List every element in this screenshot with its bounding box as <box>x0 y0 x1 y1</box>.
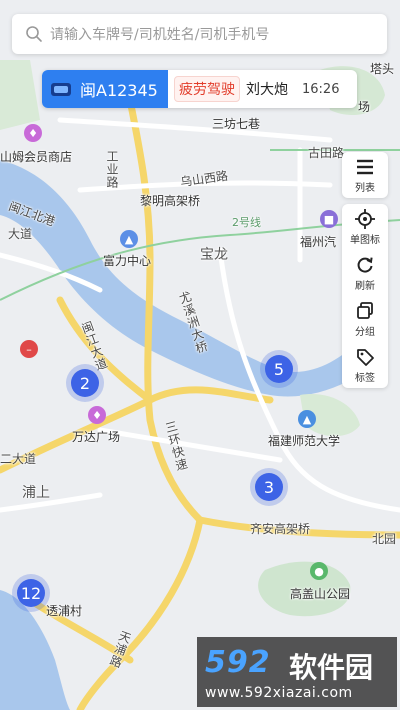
building-poi-icon: ▲ <box>120 230 138 248</box>
refresh-button[interactable]: 刷新 <box>342 250 388 296</box>
cluster-count: 12 <box>17 579 45 607</box>
map-label-wanda: 万达广场 <box>72 430 121 444</box>
refresh-label: 刷新 <box>355 280 375 292</box>
list-icon <box>357 159 373 174</box>
timestamp: 16:26 <box>302 81 340 97</box>
watermark-name: 软件园 <box>289 651 374 684</box>
group-label: 分组 <box>355 326 375 338</box>
cluster-count: 2 <box>71 369 99 397</box>
vehicle-card[interactable]: 闽A12345 疲劳驾驶 刘大炮 16:26 <box>42 70 357 108</box>
status-badge: 疲劳驾驶 <box>174 76 240 102</box>
watermark-logo: 592 <box>205 645 271 680</box>
map-label-liming: 黎明高架桥 <box>140 194 201 208</box>
list-toolbar: 列表 <box>342 152 388 198</box>
vehicle-cluster-marker[interactable]: 3 <box>250 468 288 506</box>
watermark: 592 软件园 www.592xiazai.com <box>197 637 397 707</box>
map-label-member-store: 山姆会员商店 <box>0 150 73 164</box>
park-poi-icon: ● <box>310 562 328 580</box>
school-poi-icon: ▲ <box>298 410 316 428</box>
cluster-count: 3 <box>255 473 283 501</box>
plate-number: 闽A12345 <box>80 81 158 100</box>
single-icon-label: 单图标 <box>350 234 380 246</box>
vehicle-cluster-marker[interactable]: 12 <box>12 574 50 612</box>
shopping-poi-icon: ♦ <box>24 124 42 142</box>
group-button[interactable]: 分组 <box>342 296 388 342</box>
vehicle-cluster-marker[interactable]: 2 <box>66 364 104 402</box>
vehicle-cluster-marker[interactable]: 5 <box>260 350 298 388</box>
truck-icon <box>51 83 71 96</box>
map-label-normal-univ: 福建师范大学 <box>268 434 341 448</box>
search-icon <box>26 26 42 42</box>
map-label-gongye: 工业路 <box>105 150 119 189</box>
crosshair-icon <box>355 208 375 229</box>
map-label-qian: 齐安高架桥 <box>250 522 311 536</box>
map-tools-toolbar: 单图标 刷新 分组 标签 <box>342 204 388 388</box>
map-label-dadao: 大道 <box>8 227 33 241</box>
tag-button[interactable]: 标签 <box>342 342 388 388</box>
cluster-count: 5 <box>265 355 293 383</box>
map-label-fuli: 富力中心 <box>103 254 152 268</box>
search-bar[interactable]: 请输入车牌号/司机姓名/司机手机号 <box>12 14 387 54</box>
tag-icon <box>357 348 374 366</box>
refresh-icon <box>357 256 373 273</box>
no-entry-icon: – <box>20 340 38 358</box>
map-label-tashan: 塔头 <box>370 62 395 76</box>
map-label-sanfang: 三坊七巷 <box>212 117 261 131</box>
bus-poi-icon: ■ <box>320 210 338 228</box>
plate-badge[interactable]: 闽A12345 <box>42 70 168 108</box>
map-label-shop: 场 <box>358 100 371 114</box>
watermark-url: www.592xiazai.com <box>205 685 353 701</box>
mall-poi-icon: ♦ <box>88 406 106 424</box>
map-label-gutian: 古田路 <box>308 146 345 160</box>
tag-label: 标签 <box>355 372 375 384</box>
map-label-gaogai: 高盖山公园 <box>290 587 351 601</box>
list-label: 列表 <box>355 182 375 194</box>
map-label-baolong: 宝龙 <box>200 247 228 263</box>
map-label-line2: 2号线 <box>232 216 261 229</box>
search-input[interactable]: 请输入车牌号/司机姓名/司机手机号 <box>50 24 269 44</box>
map-label-pushang: 浦上 <box>22 485 50 501</box>
driver-name: 刘大炮 <box>246 82 288 98</box>
map-label-beiwei: 北园 <box>372 532 397 546</box>
single-icon-button[interactable]: 单图标 <box>342 204 388 250</box>
list-button[interactable]: 列表 <box>342 152 388 198</box>
map-label-erda: 二大道 <box>0 452 37 466</box>
map-label-toupu: 透浦村 <box>46 604 83 618</box>
map-label-fuzhou: 福州汽 <box>300 235 337 249</box>
group-icon <box>357 301 373 319</box>
